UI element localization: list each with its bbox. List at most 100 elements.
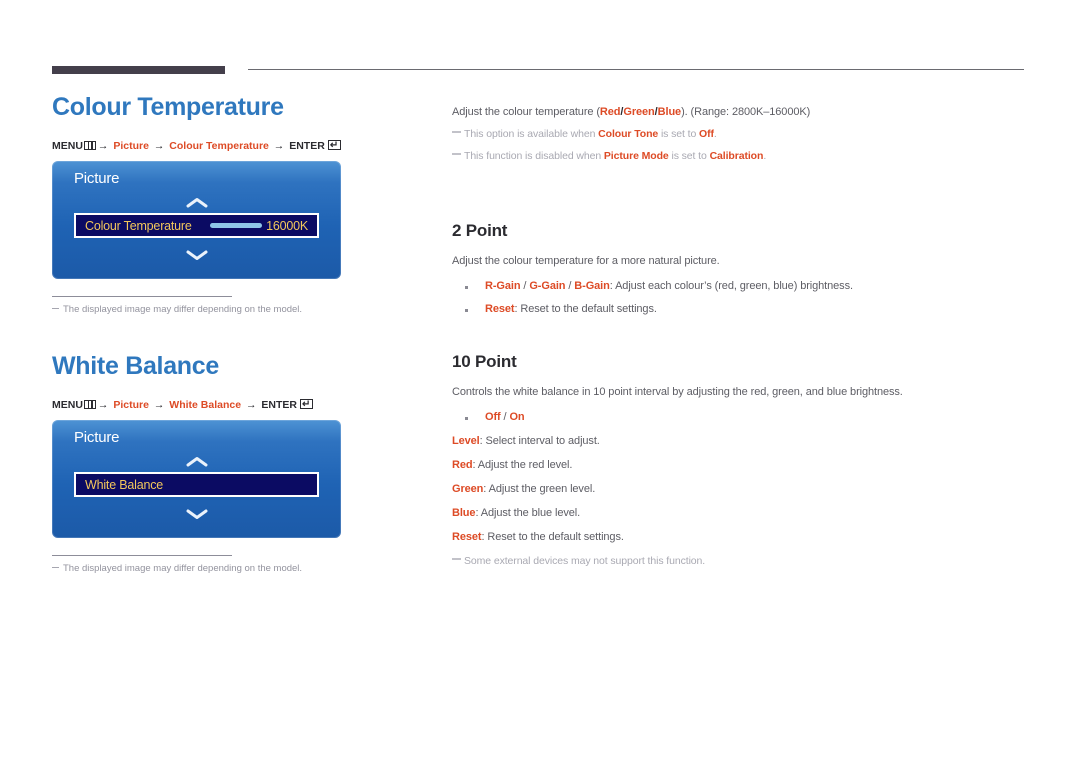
footnote-dash-icon <box>452 558 461 560</box>
note-dash-icon <box>52 566 59 568</box>
breadcrumb-enter-label: ENTER <box>289 140 325 152</box>
list-item: Green: Adjust the green level. <box>452 482 1032 498</box>
chevron-down-icon[interactable] <box>52 249 341 263</box>
term-g-gain: G-Gain <box>529 280 566 293</box>
term-b-gain: B-Gain <box>574 280 610 293</box>
enter-return-arrow: ↵ <box>329 140 339 150</box>
page-title-colour-temperature: Colour Temperature <box>52 93 284 121</box>
right-column: Adjust the colour temperature (Red/Green… <box>452 92 1032 570</box>
intro-lead-line: Adjust the colour temperature (Red/Green… <box>452 105 1032 121</box>
heading-10-point: 10 Point <box>452 352 517 372</box>
heading-2-point: 2 Point <box>452 221 508 241</box>
enter-key-icon: ↵ <box>300 399 314 409</box>
ten-point-footnote: Some external devices may not support th… <box>452 554 1032 570</box>
ten-point-bullet-list: Off / On <box>452 410 1032 426</box>
term-reset: Reset <box>452 530 482 543</box>
term-off: Off <box>485 411 501 424</box>
term-on: On <box>509 411 525 424</box>
breadcrumb-arrow-1: → <box>97 140 109 152</box>
osd-row-label-2: White Balance <box>85 477 163 492</box>
osd-row-label: Colour Temperature <box>85 218 192 233</box>
intro-note-picture-mode: This function is disabled when Picture M… <box>452 149 1032 165</box>
list-item: Reset: Reset to the default settings. <box>452 302 1032 318</box>
osd-title-picture-2: Picture <box>74 429 120 446</box>
term-blue: Blue <box>452 506 476 519</box>
term-red: Red <box>599 106 621 118</box>
term-picture-mode: Picture Mode <box>603 149 669 162</box>
osd-row-value: 16000K <box>266 218 308 233</box>
header-rule-thick <box>52 66 225 74</box>
term-red: Red <box>452 459 473 472</box>
red-description: : Adjust the red level. <box>472 459 573 472</box>
intro-lead-pre: Adjust the colour temperature ( <box>452 106 600 118</box>
breadcrumb-menu-label: MENU <box>52 140 83 152</box>
term-reset: Reset <box>485 303 515 316</box>
reset-description: : Reset to the default settings. <box>481 530 624 543</box>
page-title-white-balance: White Balance <box>52 352 219 380</box>
breadcrumb-white-balance: MENU → Picture → White Balance → ENTER ↵ <box>52 399 432 411</box>
chevron-up-icon[interactable] <box>52 197 341 211</box>
green-description: : Adjust the green level. <box>483 483 596 495</box>
gain-description: : Adjust each colour’s (red, green, blue… <box>609 280 853 293</box>
term-green: Green <box>452 483 484 495</box>
term-colour-tone: Colour Tone <box>598 127 659 140</box>
breadcrumb-colour-temperature: MENU → Picture → Colour Temperature → ENT… <box>52 140 432 152</box>
list-item: Level: Select interval to adjust. <box>452 434 1032 450</box>
list-item: Off / On <box>452 410 1032 426</box>
left-column: Colour Temperature MENU → Picture → Colou… <box>52 92 432 574</box>
breadcrumb-arrow-3: → <box>273 140 285 152</box>
blue-description: : Adjust the blue level. <box>475 506 581 519</box>
osd-title-picture: Picture <box>74 170 120 187</box>
chevron-down-icon[interactable] <box>52 508 341 522</box>
note-displayed-image: The displayed image may differ depending… <box>52 304 302 315</box>
ten-point-term-list: Level: Select interval to adjust. Red: A… <box>452 434 1032 546</box>
note-dash-icon <box>52 307 59 309</box>
note-divider <box>52 296 232 297</box>
enter-key-icon: ↵ <box>327 140 341 150</box>
note-block-white-balance: The displayed image may differ depending… <box>52 555 302 574</box>
note2-post: . <box>763 149 767 162</box>
term-r-gain: R-Gain <box>485 280 521 293</box>
page-header-rule <box>52 66 1024 75</box>
term-off: Off <box>699 127 714 140</box>
breadcrumb-step-picture[interactable]: Picture <box>113 140 149 152</box>
note1-post: . <box>713 127 717 140</box>
breadcrumb-step-picture-2[interactable]: Picture <box>113 399 149 411</box>
level-description: : Select interval to adjust. <box>479 435 600 448</box>
intro-lead-post: ). (Range: 2800K–16000K) <box>681 106 811 118</box>
two-point-description: Adjust the colour temperature for a more… <box>452 255 720 268</box>
breadcrumb-enter-label-2: ENTER <box>261 399 298 411</box>
breadcrumb-arrow-1: → <box>97 399 109 411</box>
breadcrumb-arrow-3: → <box>246 399 257 411</box>
term-calibration: Calibration <box>709 149 764 162</box>
note2-mid: is set to <box>668 149 710 162</box>
enter-return-arrow: ↵ <box>302 399 311 409</box>
note-block-colour-temperature: The displayed image may differ depending… <box>52 296 302 315</box>
chevron-up-icon[interactable] <box>52 456 341 470</box>
ten-point-section: 10 Point Controls the white balance in 1… <box>452 352 1032 569</box>
ten-point-description: Controls the white balance in 10 point i… <box>452 386 903 399</box>
osd-row-colour-temperature[interactable]: Colour Temperature 16000K <box>74 213 319 238</box>
list-item: R-Gain / G-Gain / B-Gain: Adjust each co… <box>452 279 1032 295</box>
intro-note-colour-tone: This option is available when Colour Ton… <box>452 127 1032 143</box>
menu-grid-icon <box>83 141 96 150</box>
osd-slider[interactable] <box>210 223 263 228</box>
gain-sep-2: / <box>565 280 575 293</box>
menu-grid-icon <box>83 400 96 409</box>
note-text-value: The displayed image may differ depending… <box>63 304 303 315</box>
list-item: Reset: Reset to the default settings. <box>452 530 1032 546</box>
breadcrumb-step-colour-temperature[interactable]: Colour Temperature <box>169 140 269 152</box>
breadcrumb-step-white-balance[interactable]: White Balance <box>169 399 241 411</box>
osd-panel-colour-temperature: Picture Colour Temperature 16000K <box>52 161 341 279</box>
breadcrumb-arrow-2: → <box>153 399 165 411</box>
list-item: Blue: Adjust the blue level. <box>452 506 1032 522</box>
note-displayed-image-2: The displayed image may differ depending… <box>52 563 302 574</box>
two-point-section: 2 Point Adjust the colour temperature fo… <box>452 221 1032 318</box>
breadcrumb-arrow-2: → <box>153 140 165 152</box>
osd-row-value-group: 16000K <box>210 219 308 233</box>
list-item: Red: Adjust the red level. <box>452 458 1032 474</box>
footnote-dash-icon <box>452 153 461 155</box>
breadcrumb-menu-label-2: MENU <box>52 399 83 411</box>
osd-row-white-balance[interactable]: White Balance <box>74 472 319 497</box>
note-text-value-2: The displayed image may differ depending… <box>63 563 303 574</box>
